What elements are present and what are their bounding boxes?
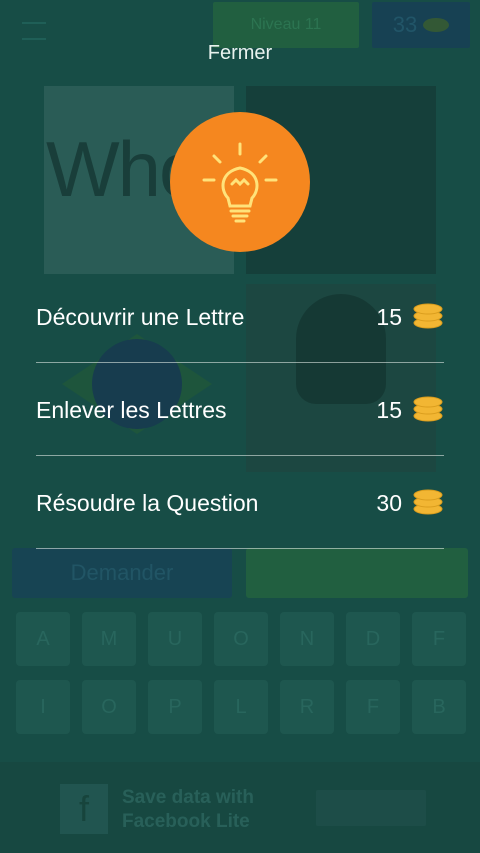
hint-circle <box>170 112 310 252</box>
coin-stack-icon <box>412 395 444 423</box>
hint-option-label: Découvrir une Lettre <box>36 304 245 330</box>
hint-option-label: Résoudre la Question <box>36 490 259 516</box>
close-button[interactable]: Fermer <box>0 42 480 65</box>
coin-stack-icon <box>412 302 444 330</box>
hint-option-cost: 15 <box>376 397 402 423</box>
hint-option-3[interactable]: Résoudre la Question 30 <box>36 456 444 549</box>
hint-option-cost: 15 <box>376 304 402 330</box>
hint-option-cost: 30 <box>376 490 402 516</box>
hint-option-1[interactable]: Découvrir une Lettre 15 <box>36 270 444 363</box>
coin-stack-icon <box>412 488 444 516</box>
lightbulb-icon <box>202 142 278 223</box>
hint-option-2[interactable]: Enlever les Lettres 15 <box>36 363 444 456</box>
hint-option-label: Enlever les Lettres <box>36 397 227 423</box>
